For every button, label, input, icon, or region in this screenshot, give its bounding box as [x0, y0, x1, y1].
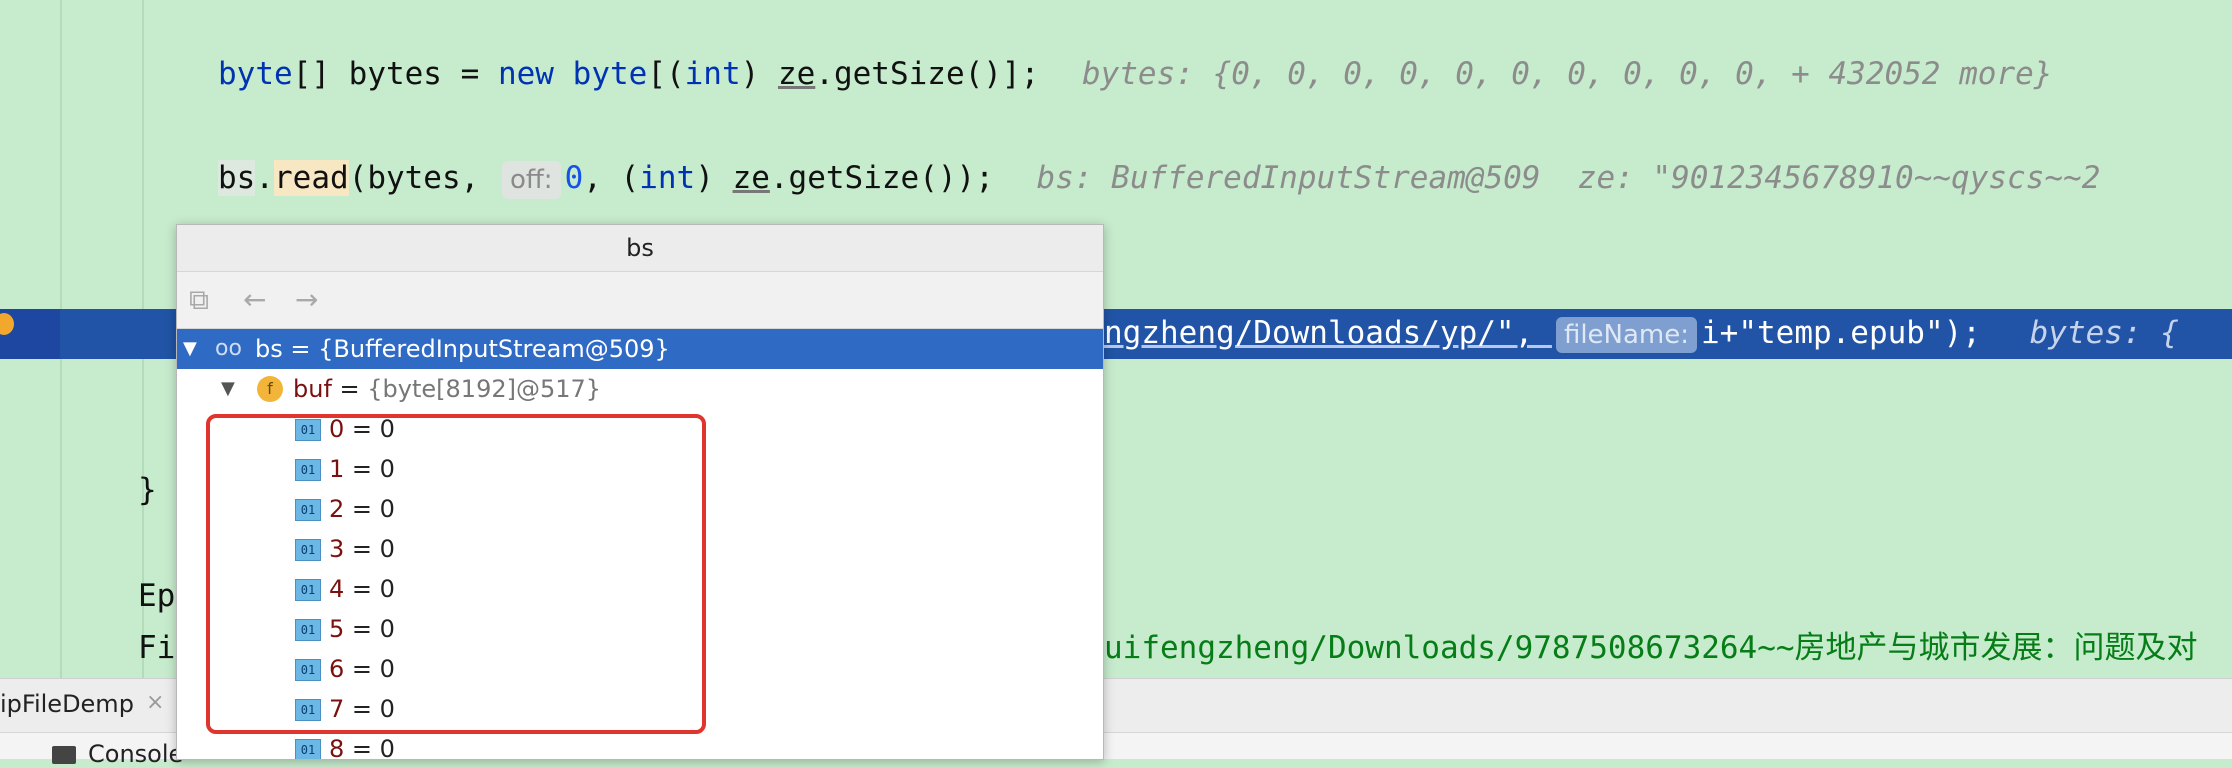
equals: = [331, 375, 368, 403]
highlight-annotation-box [206, 414, 706, 734]
current-line-code: ngzheng/Downloads/yp/", fileName: i+"temp… [1104, 313, 2179, 353]
path-string: ngzheng/Downloads/yp/", [1104, 315, 1552, 351]
param-hint-off: off: [501, 161, 561, 199]
closing-brace: } [138, 472, 157, 508]
console-icon [52, 746, 76, 764]
run-tab-label[interactable]: ipFileDemp [0, 690, 134, 718]
close-paren: ) [740, 56, 778, 92]
back-arrow-icon[interactable]: ← [243, 284, 266, 316]
keyword-int: int [684, 56, 741, 92]
var-bs: bs [218, 160, 256, 196]
jump-to-source-icon[interactable]: ⧉ [189, 284, 209, 316]
var-ze: ze [777, 56, 816, 92]
watch-glasses-icon: oo [215, 336, 242, 361]
inline-debug-value: bytes: { [2029, 315, 2179, 351]
console-tab[interactable]: Console [88, 740, 183, 768]
popup-toolbar: ⧉ ← → [177, 272, 1103, 329]
keyword-int: int [639, 160, 696, 196]
var-value: {BufferedInputStream@509} [318, 335, 670, 363]
equals: = [344, 735, 380, 760]
inline-debug-value: bs: BufferedInputStream@509 ze: "9012345… [1036, 160, 2101, 196]
close-icon[interactable]: × [146, 690, 164, 715]
filename-expr: i+"temp.epub"); [1701, 315, 1981, 351]
inline-debug-value: bytes: {0, 0, 0, 0, 0, 0, 0, 0, 0, 0, + … [1081, 56, 2053, 92]
field-icon: f [257, 376, 283, 402]
close-paren: ) [695, 160, 733, 196]
code-line-bs-read[interactable]: bs.read(bytes, off: 0, (int) ze.getSize()… [218, 158, 2100, 199]
element-value: 0 [379, 735, 395, 760]
keyword-byte-2: byte [572, 56, 648, 92]
code-line-bytes-decl[interactable]: byte[] bytes = new byte[(int) ze.getSize… [218, 54, 2052, 94]
forward-arrow-icon[interactable]: → [295, 284, 318, 316]
literal-zero: 0 [564, 160, 584, 196]
keyword-byte: byte [218, 56, 293, 92]
primitive-icon: 01 [295, 739, 321, 759]
var-bytes: bytes [348, 56, 442, 92]
equals: = [282, 335, 319, 363]
popup-title: bs [177, 225, 1103, 272]
var-value: {byte[8192]@517} [367, 375, 602, 403]
tree-row-bs[interactable]: ▼ oo bs = {BufferedInputStream@509} [177, 329, 1103, 369]
var-ze: ze [732, 160, 770, 196]
getsize-call: .getSize()); [769, 160, 994, 196]
tree-row-buf[interactable]: ▼ f buf = {byte[8192]@517} [177, 369, 1103, 409]
element-index: 8 [329, 735, 345, 760]
keyword-new: new [497, 56, 554, 92]
code-line-ep[interactable]: Ep [138, 576, 175, 616]
var-name: bs [255, 335, 283, 363]
expand-triangle-icon[interactable]: ▼ [221, 369, 235, 409]
method-read: read [274, 160, 349, 196]
code-line-fi[interactable]: Fi [138, 628, 175, 668]
args-1: (bytes, [348, 160, 498, 196]
code-line-fi-path: uifengzheng/Downloads/9787508673264~~房地产… [1104, 630, 2198, 666]
brackets: [] [292, 56, 349, 92]
args-2: , ( [583, 160, 640, 196]
open-bracket: [( [647, 56, 685, 92]
assign: = [441, 56, 498, 92]
var-name: buf [293, 375, 332, 403]
param-hint-filename: fileName: [1555, 317, 1697, 353]
dot: . [255, 160, 274, 196]
getsize-call: .getSize()]; [815, 56, 1040, 92]
expand-triangle-icon[interactable]: ▼ [183, 329, 197, 369]
